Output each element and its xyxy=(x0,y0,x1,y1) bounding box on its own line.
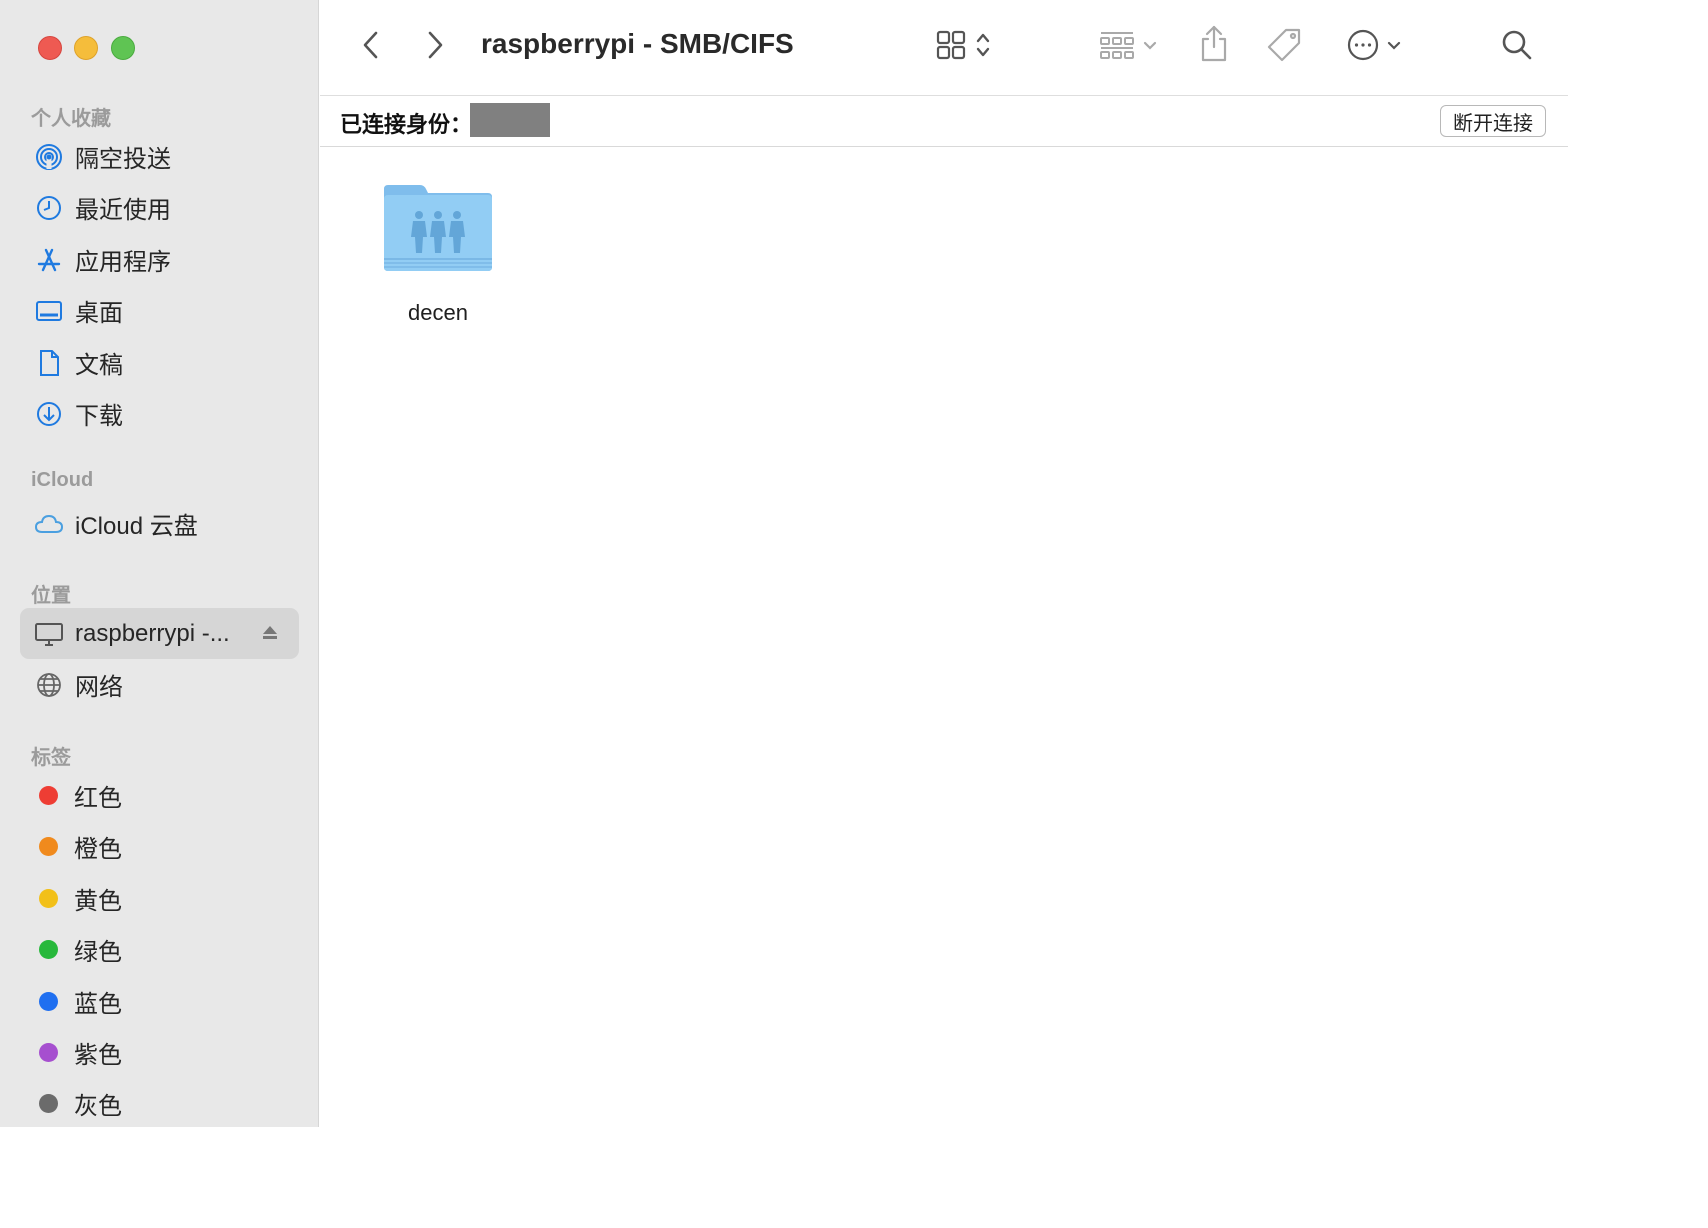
chevron-down-icon xyxy=(1387,38,1401,56)
chevron-right-icon xyxy=(425,30,445,65)
toolbar: raspberrypi - SMB/CIFS xyxy=(320,0,1568,96)
sidebar-item-label: iCloud 云盘 xyxy=(75,513,198,540)
sidebar-item-documents[interactable]: 文稿 xyxy=(20,337,299,388)
computer-icon xyxy=(34,619,64,649)
section-title-icloud: iCloud xyxy=(31,469,94,491)
tag-color-dot xyxy=(39,1043,58,1062)
shared-folder-icon xyxy=(382,185,494,277)
sidebar-item-tag-gray[interactable]: 灰色 xyxy=(20,1078,299,1127)
tag-color-dot xyxy=(39,786,58,805)
shared-folder-item[interactable]: decen xyxy=(376,183,500,326)
connected-as-label: 已连接身份： xyxy=(340,112,473,137)
sidebar-item-label: 绿色 xyxy=(74,939,122,966)
sidebar-item-tag-orange[interactable]: 橙色 xyxy=(20,821,299,872)
search-button[interactable] xyxy=(1498,28,1536,66)
download-icon xyxy=(34,399,64,429)
chevron-left-icon xyxy=(361,30,381,65)
sidebar-item-tag-blue[interactable]: 蓝色 xyxy=(20,976,299,1027)
sidebar-item-tag-yellow[interactable]: 黄色 xyxy=(20,873,299,924)
window-title: raspberrypi - SMB/CIFS xyxy=(481,28,794,59)
finder-window: 个人收藏 隔空投送 最近使用 应用程序 桌面 文稿 下载 iCloud iClo… xyxy=(0,0,1568,1127)
grid-view-icon xyxy=(935,29,967,66)
share-button[interactable] xyxy=(1195,24,1233,68)
sidebar-item-label: 紫色 xyxy=(74,1042,122,1069)
ellipsis-circle-icon xyxy=(1347,29,1379,66)
sidebar-item-raspberrypi[interactable]: raspberrypi -... xyxy=(20,608,299,659)
eject-icon[interactable] xyxy=(261,623,279,646)
tag-color-dot xyxy=(39,1094,58,1113)
sidebar-item-label: 最近使用 xyxy=(75,197,171,224)
globe-icon xyxy=(34,670,64,700)
sidebar-item-icloud-drive[interactable]: iCloud 云盘 xyxy=(20,498,299,549)
sidebar-item-label: 红色 xyxy=(74,785,122,812)
tag-color-dot xyxy=(39,992,58,1011)
sidebar-item-label: 蓝色 xyxy=(74,991,122,1018)
up-down-chevron-icon xyxy=(975,30,991,65)
sidebar-item-applications[interactable]: 应用程序 xyxy=(20,234,299,285)
chevron-down-icon xyxy=(1143,38,1157,56)
group-grid-icon xyxy=(1099,29,1135,66)
section-title-locations: 位置 xyxy=(31,585,71,607)
sidebar-item-downloads[interactable]: 下载 xyxy=(20,388,299,439)
sidebar-item-label: 下载 xyxy=(75,403,123,430)
sidebar-item-recents[interactable]: 最近使用 xyxy=(20,182,299,233)
clock-icon xyxy=(34,193,64,223)
zoom-window-button[interactable] xyxy=(111,36,135,60)
sidebar-item-label: 灰色 xyxy=(74,1093,122,1120)
applications-icon xyxy=(34,245,64,275)
sidebar-item-label: 橙色 xyxy=(74,836,122,863)
sidebar-item-label: raspberrypi -... xyxy=(75,619,230,647)
close-window-button[interactable] xyxy=(38,36,62,60)
sidebar-item-label: 网络 xyxy=(75,674,123,701)
sidebar-item-label: 隔空投送 xyxy=(75,146,171,173)
section-title-favorites: 个人收藏 xyxy=(31,108,111,130)
sidebar: 个人收藏 隔空投送 最近使用 应用程序 桌面 文稿 下载 iCloud iClo… xyxy=(0,0,319,1127)
sidebar-item-label: 应用程序 xyxy=(75,249,171,276)
group-button[interactable] xyxy=(1093,28,1163,66)
section-title-tags: 标签 xyxy=(31,747,71,769)
sidebar-item-airdrop[interactable]: 隔空投送 xyxy=(20,131,299,182)
search-icon xyxy=(1501,29,1533,66)
back-button[interactable] xyxy=(354,28,388,66)
sidebar-item-tag-purple[interactable]: 紫色 xyxy=(20,1027,299,1078)
forward-button[interactable] xyxy=(418,28,452,66)
sidebar-item-tag-green[interactable]: 绿色 xyxy=(20,924,299,975)
desktop-icon xyxy=(34,296,64,326)
sidebar-item-tag-red[interactable]: 红色 xyxy=(20,770,299,821)
airdrop-icon xyxy=(34,142,64,172)
minimize-window-button[interactable] xyxy=(74,36,98,60)
tag-icon xyxy=(1266,27,1302,68)
tag-color-dot xyxy=(39,940,58,959)
file-browser: decen xyxy=(320,147,1568,1127)
disconnect-button[interactable]: 断开连接 xyxy=(1440,105,1546,137)
more-actions-button[interactable] xyxy=(1340,28,1408,66)
document-icon xyxy=(34,348,64,378)
sidebar-item-network[interactable]: 网络 xyxy=(20,659,299,710)
sidebar-item-label: 黄色 xyxy=(74,888,122,915)
sidebar-item-label: 桌面 xyxy=(75,300,123,327)
tag-color-dot xyxy=(39,889,58,908)
file-name: decen xyxy=(408,300,468,325)
sidebar-item-label: 文稿 xyxy=(75,352,123,379)
tag-button[interactable] xyxy=(1264,26,1304,68)
view-mode-button[interactable] xyxy=(928,28,998,66)
share-icon xyxy=(1199,25,1229,68)
tag-color-dot xyxy=(39,837,58,856)
connected-user-redacted xyxy=(470,103,550,137)
connection-bar: 已连接身份： 断开连接 xyxy=(320,96,1568,147)
cloud-icon xyxy=(34,509,64,539)
sidebar-item-desktop[interactable]: 桌面 xyxy=(20,285,299,336)
